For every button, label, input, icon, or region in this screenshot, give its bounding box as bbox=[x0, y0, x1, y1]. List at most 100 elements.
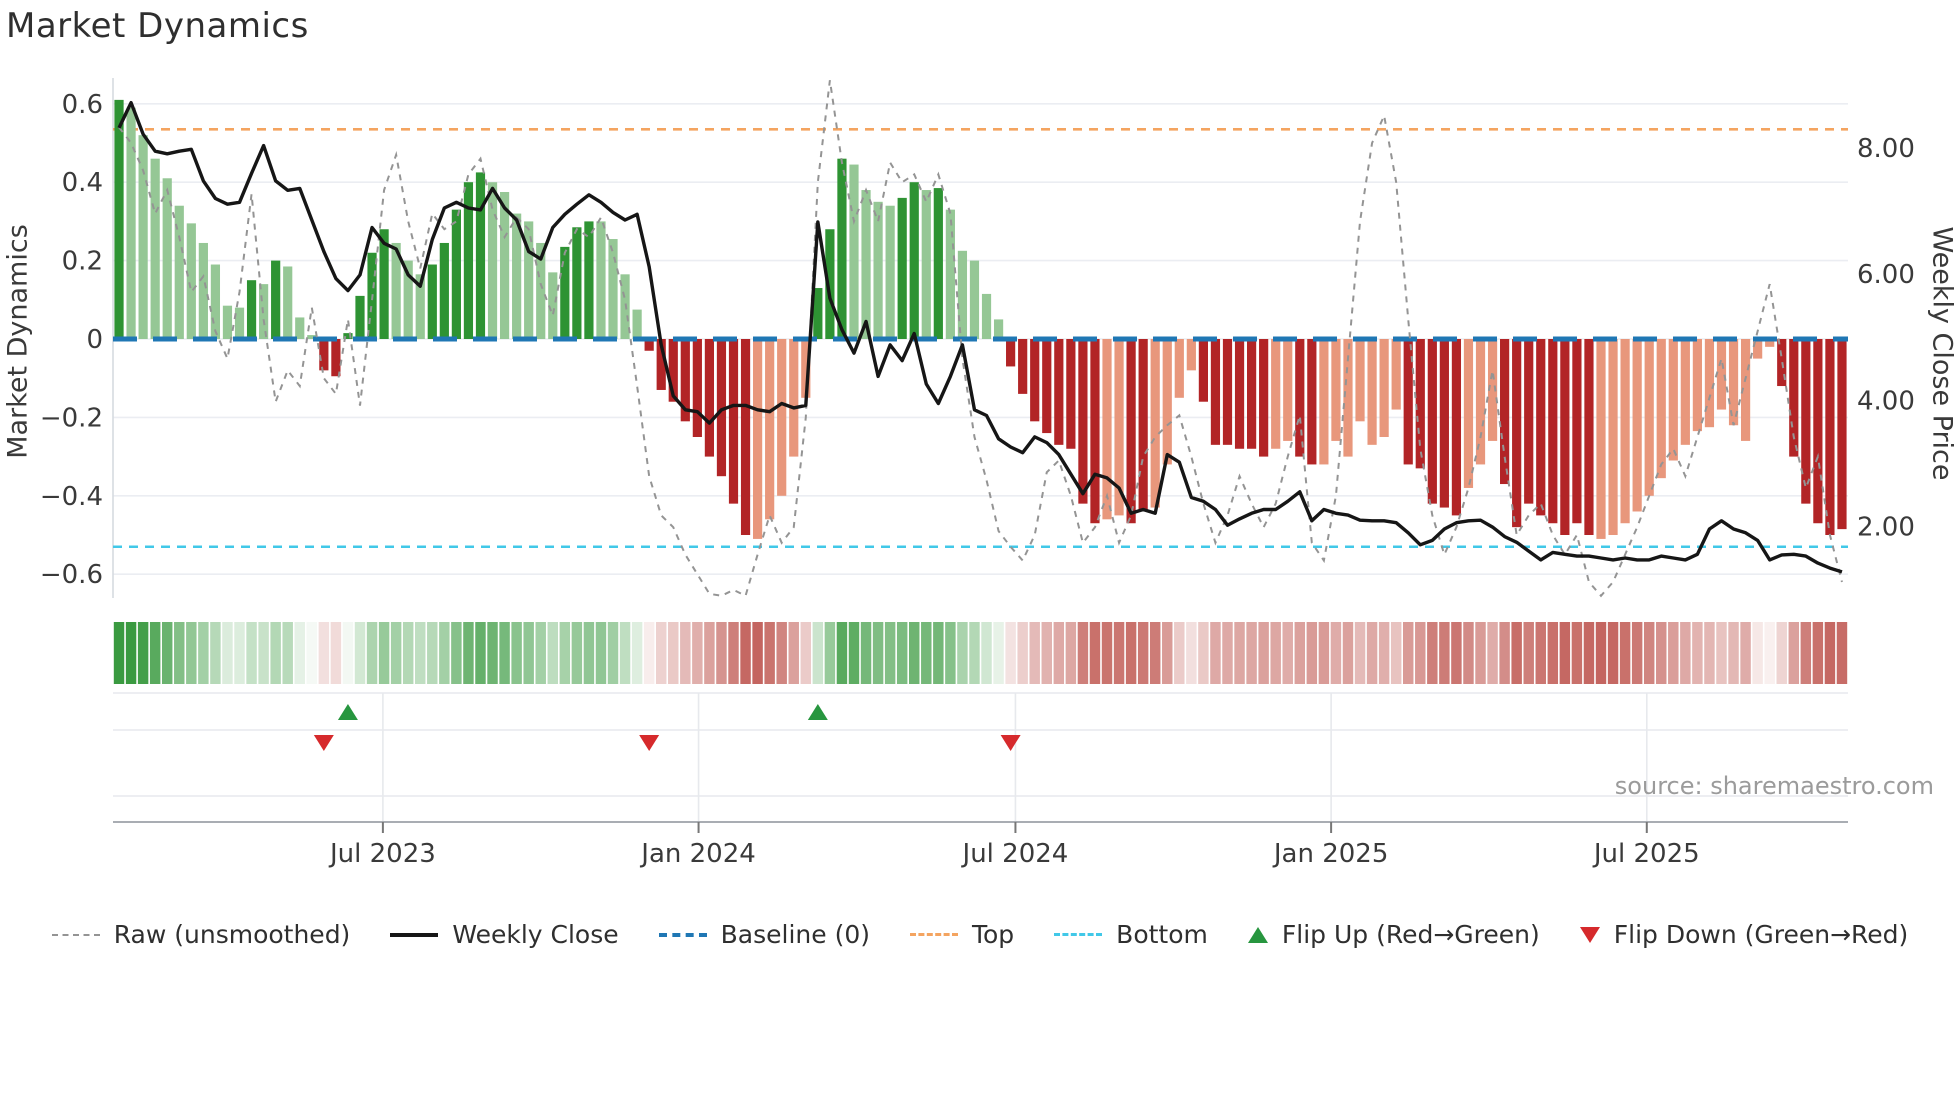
x-tick-label: Jan 2025 bbox=[1272, 839, 1389, 869]
heatmap-cell bbox=[1836, 622, 1848, 684]
oscillator-bar bbox=[909, 182, 919, 339]
oscillator-bar bbox=[1078, 339, 1088, 504]
heatmap-cell bbox=[427, 622, 438, 684]
heatmap-cell bbox=[451, 622, 462, 684]
oscillator-bar bbox=[1415, 339, 1425, 469]
legend-item-dash-blue: Baseline (0) bbox=[658, 920, 870, 949]
oscillator-bar bbox=[295, 317, 305, 339]
heatmap-cell bbox=[1234, 622, 1245, 684]
solid-black-swatch-icon bbox=[390, 932, 439, 937]
heatmap-cell bbox=[752, 622, 763, 684]
oscillator-bar bbox=[1512, 339, 1522, 528]
oscillator-bar bbox=[186, 223, 196, 339]
heatmap-cell bbox=[306, 622, 318, 684]
oscillator-bar bbox=[1620, 339, 1630, 524]
heatmap-cell bbox=[318, 622, 330, 684]
legend-label: Flip Down (Green→Red) bbox=[1613, 920, 1909, 949]
heatmap-cell bbox=[198, 622, 209, 684]
legend-label: Raw (unsmoothed) bbox=[113, 920, 351, 949]
heatmap-cell bbox=[704, 622, 715, 684]
heatmap-cell bbox=[1680, 622, 1691, 684]
legend-item-dot-orange: Top bbox=[909, 920, 1014, 949]
oscillator-bar bbox=[1548, 339, 1558, 524]
heatmap-cell bbox=[149, 622, 161, 684]
oscillator-bar bbox=[1379, 339, 1389, 437]
oscillator-bar bbox=[1066, 339, 1076, 449]
oscillator-bar bbox=[439, 242, 449, 339]
heatmap-cell bbox=[1668, 622, 1679, 684]
oscillator-bar bbox=[271, 260, 281, 339]
heatmap-cell bbox=[1246, 622, 1257, 684]
heatmap-cell bbox=[945, 622, 956, 684]
heatmap-cell bbox=[571, 622, 583, 684]
heatmap-cell bbox=[330, 622, 342, 684]
heatmap-cell bbox=[499, 622, 510, 684]
heatmap-cell bbox=[294, 622, 305, 684]
heatmap-cell bbox=[270, 622, 281, 684]
oscillator-bar bbox=[1030, 339, 1040, 422]
dot-orange-swatch-icon bbox=[909, 933, 958, 936]
oscillator-bar bbox=[319, 339, 329, 371]
oscillator-bar bbox=[765, 339, 775, 520]
oscillator-bar bbox=[1138, 339, 1148, 512]
heatmap-cell bbox=[125, 622, 137, 684]
y-tick-label-left: 0 bbox=[86, 325, 103, 355]
oscillator-bar bbox=[1042, 339, 1052, 434]
oscillator-bar bbox=[692, 339, 702, 437]
y-tick-label-right: 6.00 bbox=[1857, 260, 1915, 290]
heatmap-cell bbox=[1559, 622, 1571, 684]
source-attribution: source: sharemaestro.com bbox=[1614, 772, 1934, 800]
heatmap-cell bbox=[342, 622, 354, 684]
heatmap-cell bbox=[174, 622, 185, 684]
legend-item-tri-down: Flip Down (Green→Red) bbox=[1579, 920, 1909, 949]
heatmap-cell bbox=[1041, 622, 1052, 684]
oscillator-bar bbox=[1355, 339, 1365, 422]
heatmap-cell bbox=[1439, 622, 1450, 684]
heatmap-cell bbox=[836, 622, 848, 684]
heatmap-cell bbox=[1403, 622, 1414, 684]
oscillator-bar bbox=[210, 264, 221, 339]
heatmap-cell bbox=[1125, 622, 1137, 684]
oscillator-bar bbox=[608, 239, 618, 339]
heatmap-cell bbox=[740, 622, 751, 684]
heatmap-cell bbox=[487, 622, 498, 684]
oscillator-bar bbox=[246, 280, 257, 339]
heatmap-cell bbox=[800, 622, 812, 684]
oscillator-bar bbox=[1451, 339, 1462, 516]
oscillator-bar bbox=[427, 264, 437, 339]
oscillator-bar bbox=[740, 339, 751, 535]
heatmap-cell bbox=[1258, 622, 1269, 684]
heatmap-cell bbox=[595, 622, 607, 684]
heatmap-cell bbox=[1270, 622, 1281, 684]
oscillator-bar bbox=[584, 221, 594, 339]
oscillator-bar bbox=[1536, 339, 1546, 516]
oscillator-bar bbox=[1331, 339, 1341, 441]
oscillator-bar bbox=[897, 197, 907, 339]
heatmap-cell bbox=[1776, 622, 1787, 684]
oscillator-bar bbox=[234, 307, 245, 339]
heatmap-cell bbox=[1330, 622, 1342, 684]
oscillator-bar bbox=[198, 242, 208, 339]
heatmap-cell bbox=[668, 622, 679, 684]
heatmap-cell bbox=[1463, 622, 1474, 684]
heatmap-cell bbox=[1354, 622, 1366, 684]
heatmap-cell bbox=[1186, 622, 1197, 684]
heatmap-cell bbox=[884, 622, 896, 684]
oscillator-bar bbox=[1463, 339, 1474, 488]
heatmap-cell bbox=[1294, 622, 1306, 684]
oscillator-bar bbox=[283, 266, 293, 339]
heatmap-cell bbox=[222, 622, 233, 684]
y-tick-label-right: 2.00 bbox=[1857, 513, 1915, 543]
legend-item-dot-cyan: Bottom bbox=[1054, 920, 1208, 949]
heatmap-cell bbox=[1812, 622, 1824, 684]
heatmap-cell bbox=[981, 622, 992, 684]
heatmap-cell bbox=[1499, 622, 1510, 684]
heatmap-cell bbox=[1547, 622, 1559, 684]
oscillator-bar bbox=[1813, 339, 1823, 524]
flip-down-icon bbox=[1579, 926, 1600, 943]
oscillator-bar bbox=[1584, 339, 1594, 535]
oscillator-bar bbox=[1644, 339, 1654, 496]
heatmap-cell bbox=[511, 622, 522, 684]
heatmap-cell bbox=[1366, 622, 1378, 684]
oscillator-bar bbox=[1186, 339, 1196, 371]
